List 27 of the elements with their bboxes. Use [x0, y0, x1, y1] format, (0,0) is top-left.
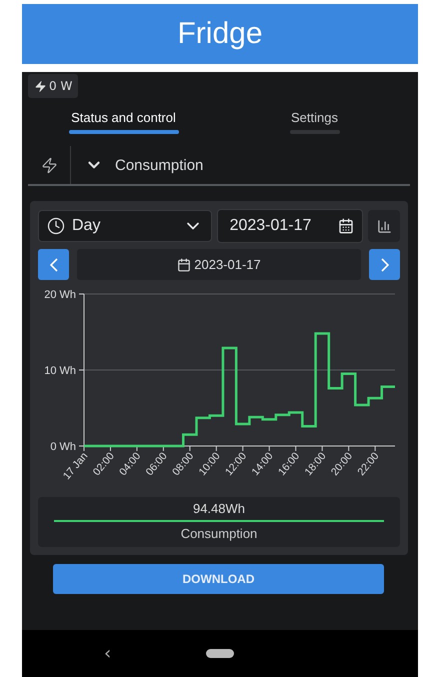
clock-icon — [47, 217, 65, 235]
chart-button[interactable] — [368, 210, 400, 242]
lightning-icon — [40, 156, 58, 174]
x-tick-label: 17 Jan — [60, 450, 90, 482]
tab[interactable]: Settings — [219, 110, 410, 134]
home-button[interactable] — [206, 649, 234, 658]
calendar-icon — [177, 258, 192, 272]
next-button[interactable] — [369, 249, 400, 280]
chevron-right-icon — [380, 258, 388, 272]
y-tick-label: 20 Wh — [44, 289, 76, 301]
date-field[interactable]: 2023-01-17 — [216, 209, 363, 243]
total-value: 94.48Wh — [192, 501, 246, 516]
bar-chart-icon — [376, 218, 392, 234]
app-title: Fridge — [22, 4, 418, 64]
y-tick-label: 10 Wh — [44, 365, 76, 377]
power-value: 0 W — [49, 79, 72, 93]
lightning-icon — [34, 80, 47, 92]
calendar-icon — [338, 218, 354, 234]
tab[interactable]: Status and control — [28, 110, 219, 134]
period-select[interactable]: Day — [38, 210, 212, 242]
chevron-left-icon — [50, 258, 58, 272]
y-tick-label: 0 Wh — [50, 441, 76, 453]
back-button[interactable]: ‹ — [104, 643, 112, 664]
date-display[interactable]: 2023-01-17 — [77, 249, 361, 280]
section-toggle[interactable]: Consumption — [71, 146, 204, 184]
previous-button[interactable] — [38, 249, 69, 280]
legend-label: Consumption — [180, 526, 258, 541]
